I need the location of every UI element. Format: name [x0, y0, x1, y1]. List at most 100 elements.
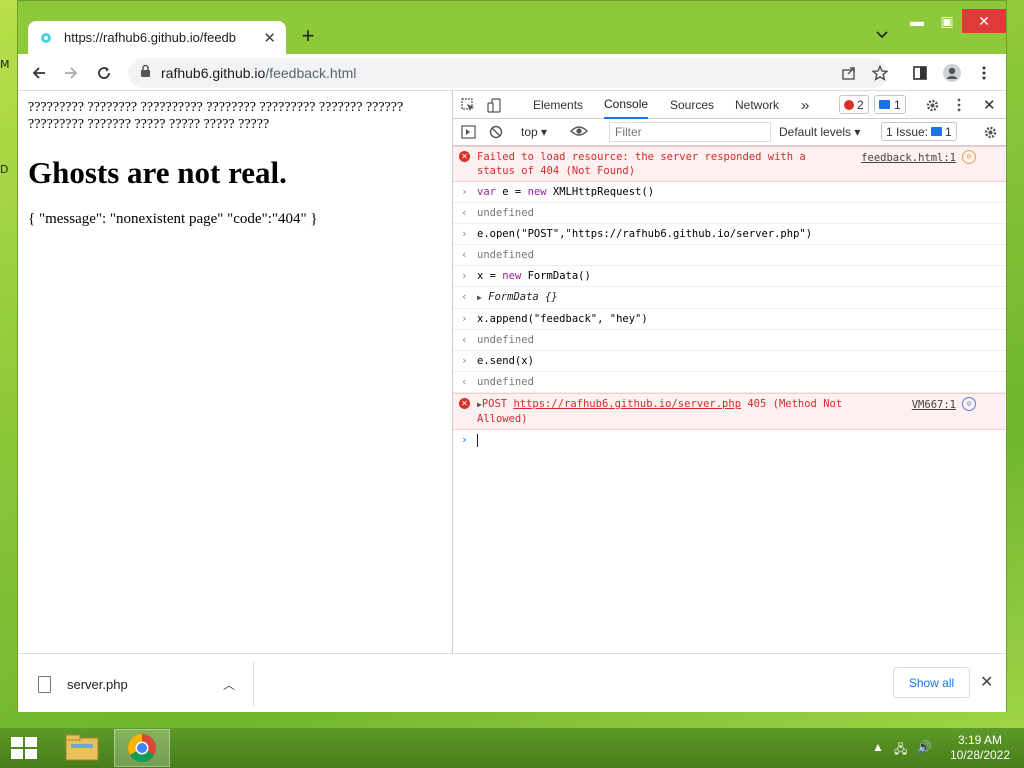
minimize-icon[interactable]: ▬	[902, 9, 932, 33]
message-count-badge[interactable]: 1	[874, 95, 906, 114]
console-output-row[interactable]: ‹ ▶ FormData {}	[453, 287, 1006, 309]
error-icon	[844, 99, 854, 110]
tab-strip: https://rafhub6.github.io/feedba ✕ + ▬ ▣…	[18, 1, 1006, 54]
address-bar[interactable]: rafhub6.github.io/feedback.html	[128, 58, 888, 88]
chevron-up-icon[interactable]: ︿	[223, 676, 235, 693]
source-info-icon[interactable]: ⊘	[962, 397, 976, 411]
error-prefix: POST	[481, 398, 514, 410]
console-output-row: ‹ undefined	[453, 372, 1006, 393]
favicon-icon	[38, 30, 54, 46]
reload-icon[interactable]	[91, 60, 117, 86]
tab-title: https://rafhub6.github.io/feedba	[64, 30, 236, 45]
taskbar-clock[interactable]: 3:19 AM 10/28/2022	[944, 733, 1016, 763]
inspect-element-icon[interactable]	[461, 91, 476, 119]
console-input-row: › e.open("POST","https://rafhub6.github.…	[453, 224, 1006, 245]
tab-sources[interactable]: Sources	[670, 91, 714, 119]
forward-icon[interactable]	[58, 60, 84, 86]
profile-avatar-icon[interactable]	[939, 60, 965, 86]
sidebar-toggle-icon[interactable]	[461, 125, 476, 142]
file-explorer-icon[interactable]	[54, 729, 110, 767]
network-icon[interactable]: 🖧	[894, 740, 907, 761]
console-error-message: Failed to load resource: the server resp…	[477, 151, 806, 177]
clock-date: 10/28/2022	[949, 748, 1011, 762]
chevron-left-icon: ‹	[461, 290, 468, 303]
download-item[interactable]: server.php ︿	[18, 662, 254, 706]
close-tab-icon[interactable]: ✕	[263, 29, 276, 47]
share-icon[interactable]	[836, 60, 862, 86]
error-url-link[interactable]: https://rafhub6.github.io/server.php	[513, 398, 741, 410]
tray-expand-icon[interactable]: ▲	[872, 740, 884, 761]
close-devtools-icon[interactable]: ✕	[983, 91, 996, 119]
console-toolbar: top ▾ Filter Default levels ▾ 1 Issue: 1	[453, 119, 1006, 146]
show-all-button[interactable]: Show all	[893, 667, 970, 698]
back-icon[interactable]	[26, 60, 52, 86]
devtools-panel: Elements Console Sources Network » 2 1 ✕	[452, 91, 1006, 653]
tab-search-icon[interactable]	[876, 27, 888, 42]
console-output: undefined	[477, 334, 534, 346]
console-prompt[interactable]: ›	[453, 430, 1006, 450]
chevron-left-icon: ‹	[461, 333, 468, 346]
maximize-icon[interactable]: ▣	[932, 9, 962, 33]
address-path: /feedback.html	[265, 65, 357, 81]
tab-elements[interactable]: Elements	[533, 91, 583, 119]
close-window-icon[interactable]: ✕	[962, 9, 1006, 33]
window-controls: ▬ ▣ ✕	[902, 9, 1006, 33]
code-keyword: new	[527, 186, 547, 198]
code-keyword: var	[477, 186, 496, 198]
volume-icon[interactable]: 🔊	[917, 740, 932, 761]
file-icon	[38, 675, 51, 693]
chevron-left-icon: ‹	[461, 248, 468, 261]
devtools-menu-icon[interactable]	[957, 91, 961, 119]
garbled-text: ????????? ???????? ?????????? ???????? ?…	[28, 100, 404, 132]
console-output-row: ‹ undefined	[453, 330, 1006, 351]
downloads-bar: server.php ︿ Show all ✕	[18, 653, 1006, 712]
system-tray: ▲ 🖧 🔊	[872, 740, 932, 761]
filter-input[interactable]: Filter	[609, 122, 771, 142]
console-input-row: › x = new FormData()	[453, 266, 1006, 287]
close-downloads-icon[interactable]: ✕	[980, 672, 993, 692]
windows-start-icon[interactable]	[4, 732, 44, 764]
page-heading: Ghosts are not real.	[28, 155, 287, 190]
context-selector[interactable]: top ▾	[521, 125, 547, 139]
side-panel-icon[interactable]	[907, 60, 933, 86]
bookmark-star-icon[interactable]	[867, 60, 893, 86]
code-text: e.open("POST","https://rafhub6.github.io…	[477, 228, 813, 240]
console-input-row: › var e = new XMLHttpRequest()	[453, 182, 1006, 203]
address-host: rafhub6.github.io	[161, 65, 266, 81]
console-input-row: › e.send(x)	[453, 351, 1006, 372]
live-expression-eye-icon[interactable]	[570, 124, 588, 141]
tab-network[interactable]: Network	[735, 91, 779, 119]
chevron-right-icon: ›	[461, 227, 468, 240]
browser-tab[interactable]: https://rafhub6.github.io/feedba ✕	[28, 21, 286, 54]
console-output: undefined	[477, 249, 534, 261]
device-toolbar-icon[interactable]	[487, 91, 502, 119]
issues-button[interactable]: 1 Issue: 1	[881, 122, 957, 141]
console-log: ✕ Failed to load resource: the server re…	[453, 146, 1006, 450]
clear-console-icon[interactable]	[489, 125, 503, 142]
console-settings-gear-icon[interactable]	[983, 125, 998, 143]
source-info-icon[interactable]: ⊘	[962, 150, 976, 164]
chevron-right-icon: ›	[461, 185, 468, 198]
error-count-badge[interactable]: 2	[839, 95, 869, 114]
console-output: undefined	[477, 376, 534, 388]
code-text: FormData()	[521, 270, 591, 282]
menu-dots-icon[interactable]	[971, 60, 997, 86]
error-count: 2	[857, 97, 864, 112]
settings-gear-icon[interactable]	[925, 91, 940, 119]
lock-icon[interactable]	[140, 64, 151, 82]
log-levels-dropdown[interactable]: Default levels ▾	[779, 125, 860, 139]
console-output: undefined	[477, 207, 534, 219]
tab-console[interactable]: Console	[604, 91, 649, 119]
code-text: e =	[495, 186, 528, 198]
more-tabs-icon[interactable]: »	[801, 91, 809, 119]
expand-triangle-icon[interactable]: ▶	[477, 293, 482, 302]
console-error-row: ✕ Failed to load resource: the server re…	[453, 146, 1006, 182]
source-link[interactable]: feedback.html:1	[861, 151, 956, 165]
chevron-right-icon: ›	[461, 312, 468, 325]
chevron-left-icon: ‹	[461, 206, 468, 219]
text-cursor	[477, 433, 478, 447]
source-link[interactable]: VM667:1	[912, 398, 956, 412]
console-output-row: ‹ undefined	[453, 203, 1006, 224]
new-tab-button[interactable]: +	[296, 25, 320, 49]
chrome-taskbar-icon[interactable]	[114, 729, 170, 767]
